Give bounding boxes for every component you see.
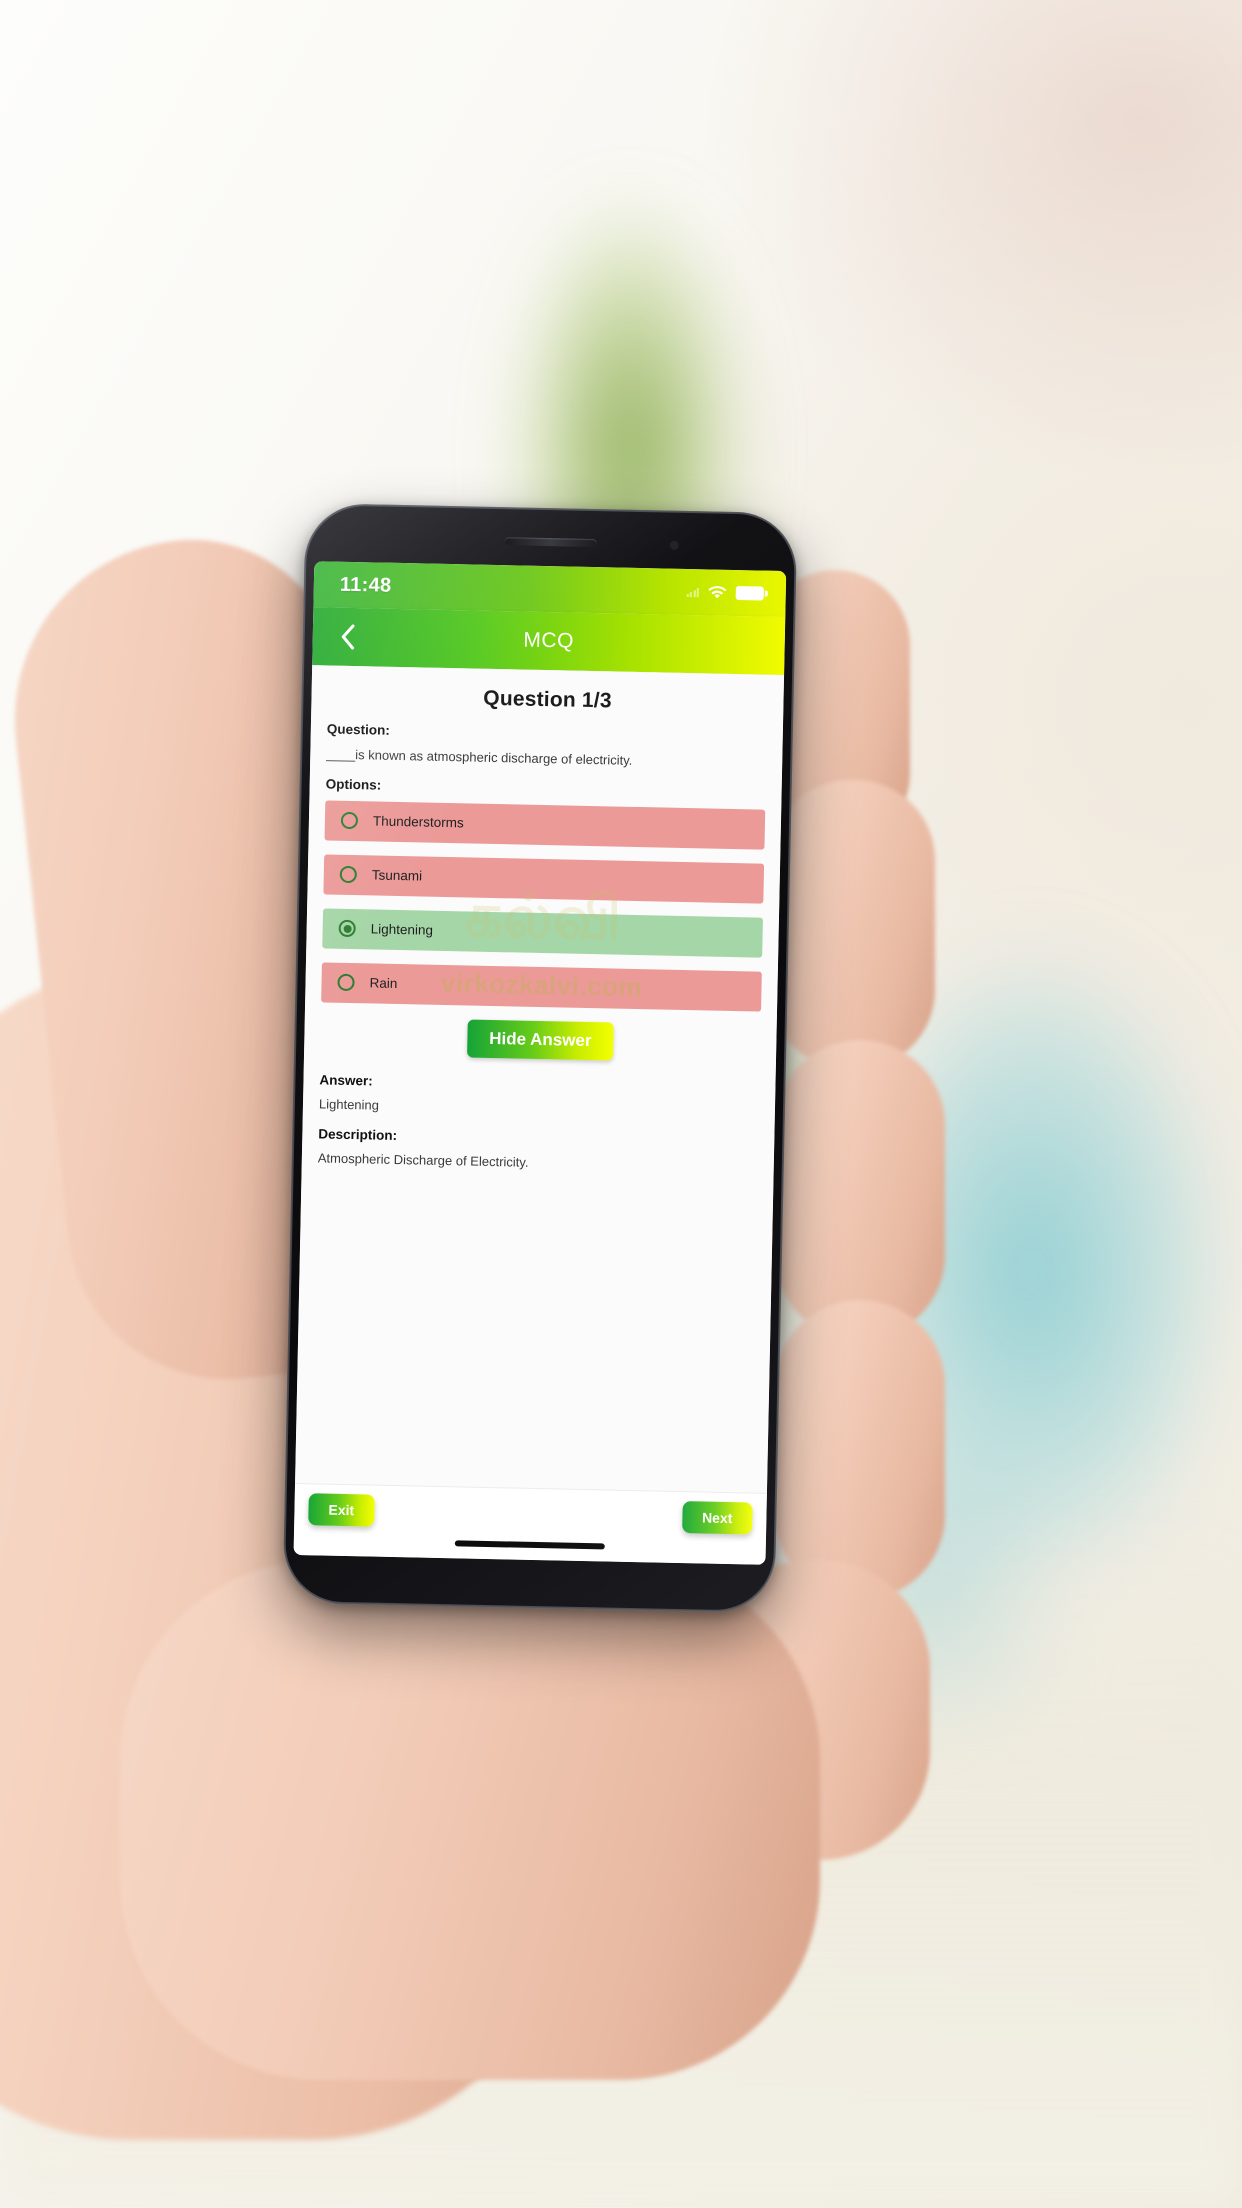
earpiece-speaker	[504, 537, 597, 548]
scene: 11:48 MCQ கல்வி virkozkalvi.com Question…	[0, 0, 1242, 2208]
question-heading: Question 1/3	[483, 686, 612, 713]
app-bar-title: MCQ	[523, 628, 575, 653]
question-label: Question:	[326, 721, 390, 738]
knuckles	[120, 1560, 820, 2080]
answer-text: Lightening	[318, 1095, 380, 1113]
option-row[interactable]: Tsunami	[323, 853, 765, 904]
description-label: Description:	[318, 1126, 398, 1144]
front-camera	[669, 540, 679, 550]
wifi-icon	[708, 586, 727, 599]
battery-icon	[735, 585, 764, 601]
question-content: கல்வி virkozkalvi.com Question 1/3 Quest…	[295, 665, 785, 1493]
option-label: Lightening	[370, 921, 434, 938]
option-label: Thunderstorms	[372, 813, 464, 831]
options-label: Options:	[325, 776, 382, 793]
option-label: Tsunami	[371, 867, 423, 884]
signal-icon	[686, 587, 699, 598]
finger-middle	[770, 780, 935, 1070]
radio-unselected-icon[interactable]	[339, 865, 357, 884]
app-bar: MCQ	[312, 607, 786, 676]
option-row[interactable]: Thunderstorms	[324, 799, 766, 850]
exit-button[interactable]: Exit	[308, 1493, 375, 1527]
home-indicator[interactable]	[454, 1540, 605, 1550]
bottom-navigation-bar: Exit Next	[293, 1482, 767, 1565]
option-row[interactable]: Lightening	[322, 907, 763, 958]
back-button[interactable]	[330, 620, 365, 655]
finger-little	[775, 1300, 945, 1600]
status-bar-clock: 11:48	[339, 573, 392, 597]
radio-unselected-icon[interactable]	[337, 973, 355, 992]
answer-block: Answer: Lightening Description: Atmosphe…	[318, 1072, 760, 1176]
smartphone-device: 11:48 MCQ கல்வி virkozkalvi.com Question…	[282, 502, 798, 1614]
option-label: Rain	[369, 975, 398, 992]
question-text: ____is known as atmospheric discharge of…	[326, 746, 633, 768]
next-button[interactable]: Next	[681, 1501, 753, 1535]
phone-screen: 11:48 MCQ கல்வி virkozkalvi.com Question…	[293, 561, 787, 1565]
status-bar-icons	[686, 585, 764, 601]
option-row[interactable]: Rain	[321, 961, 762, 1012]
description-text: Atmospheric Discharge of Electricity.	[317, 1150, 529, 1170]
answer-label: Answer:	[319, 1071, 373, 1089]
radio-unselected-icon[interactable]	[340, 811, 359, 830]
finger-ring	[775, 1040, 945, 1340]
options-list: Thunderstorms Tsunami Lightening Rain	[321, 799, 766, 1012]
hide-answer-button[interactable]: Hide Answer	[466, 1019, 614, 1061]
chevron-left-icon	[341, 624, 355, 650]
radio-selected-icon[interactable]	[338, 919, 356, 938]
